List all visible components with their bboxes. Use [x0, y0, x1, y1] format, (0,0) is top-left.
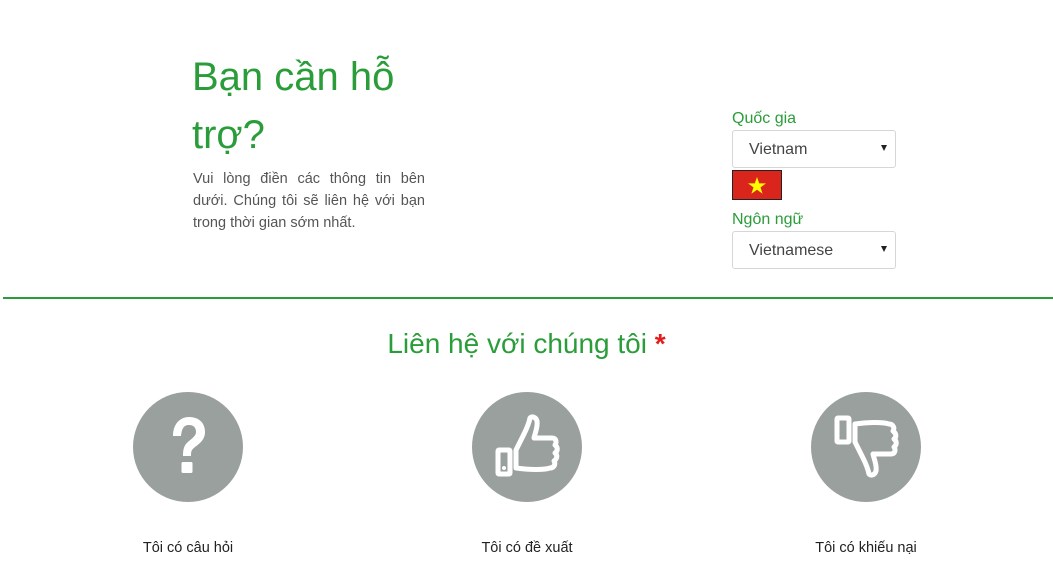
page-title: Bạn cần hỗ trợ?: [192, 55, 395, 157]
support-page: Bạn cần hỗ trợ? Vui lòng điền các thông …: [0, 0, 1053, 569]
country-select[interactable]: Vietnam: [732, 130, 896, 168]
language-label: Ngôn ngữ: [732, 211, 804, 228]
page-description: Vui lòng điền các thông tin bên dưới. Ch…: [193, 171, 425, 231]
required-mark: *: [654, 328, 666, 359]
chevron-down-icon: [881, 145, 887, 151]
thumbs-up-icon: [472, 392, 582, 502]
vietnam-flag-icon: [732, 170, 782, 200]
option-question[interactable]: Tôi có câu hỏi: [88, 392, 288, 562]
language-select[interactable]: Vietnamese: [732, 231, 896, 269]
section-divider: [3, 297, 1053, 299]
chevron-down-icon: [881, 246, 887, 252]
country-label: Quốc gia: [732, 110, 797, 127]
option-complaint-label: Tôi có khiếu nại: [815, 540, 917, 556]
option-complaint[interactable]: Tôi có khiếu nại: [766, 392, 966, 562]
contact-title-text: Liên hệ với chúng tôi: [387, 328, 647, 359]
language-select-value: Vietnamese: [749, 242, 834, 259]
question-mark-icon: [133, 392, 243, 502]
country-select-value: Vietnam: [749, 141, 808, 158]
option-suggestion-label: Tôi có đề xuất: [481, 540, 573, 556]
option-question-label: Tôi có câu hỏi: [142, 540, 234, 556]
thumbs-down-icon: [811, 392, 921, 502]
option-suggestion[interactable]: Tôi có đề xuất: [427, 392, 627, 562]
contact-section-title: Liên hệ với chúng tôi *: [0, 326, 1053, 362]
